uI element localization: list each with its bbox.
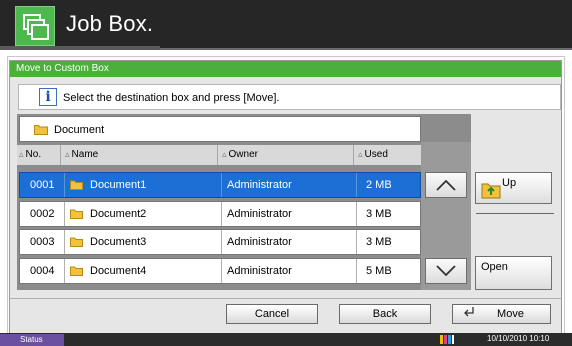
folder-icon xyxy=(34,125,48,135)
table-row[interactable]: 0001 Document1 Administrator 2 MB xyxy=(19,172,421,198)
column-header-no[interactable]: ▵ No. xyxy=(19,145,61,165)
column-header-used[interactable]: ▵ Used xyxy=(358,145,421,165)
scroll-down-button[interactable] xyxy=(425,258,467,284)
folder-icon xyxy=(70,237,83,247)
row-owner: Administrator xyxy=(227,173,357,197)
cancel-button[interactable]: Cancel xyxy=(226,304,318,324)
chevron-up-icon xyxy=(436,179,456,191)
row-no: 0001 xyxy=(20,173,65,197)
row-name: Document3 xyxy=(90,230,222,254)
row-name: Document2 xyxy=(90,202,222,226)
dialog-title: Move to Custom Box xyxy=(10,61,561,77)
side-divider xyxy=(476,213,554,214)
current-path-label: Document xyxy=(54,124,105,136)
row-owner: Administrator xyxy=(227,202,357,226)
row-no: 0003 xyxy=(20,230,65,254)
row-no: 0004 xyxy=(20,259,65,283)
info-icon: i xyxy=(39,88,57,106)
header-divider xyxy=(160,48,572,50)
up-button[interactable]: Up xyxy=(475,172,552,204)
row-no: 0002 xyxy=(20,202,65,226)
row-owner: Administrator xyxy=(227,230,357,254)
folder-up-icon xyxy=(481,183,501,199)
job-box-icon xyxy=(15,6,55,46)
row-used: 3 MB xyxy=(366,236,392,248)
sort-triangle-icon: ▵ xyxy=(222,149,227,159)
open-button[interactable]: Open xyxy=(475,256,552,290)
back-button[interactable]: Back xyxy=(339,304,431,324)
column-header-owner[interactable]: ▵ Owner xyxy=(222,145,354,165)
table-row[interactable]: 0003 Document3 Administrator 3 MB xyxy=(19,229,421,255)
bottom-divider xyxy=(10,298,561,299)
table-row[interactable]: 0004 Document4 Administrator 5 MB xyxy=(19,258,421,284)
sort-triangle-icon: ▵ xyxy=(358,149,363,159)
row-name: Document4 xyxy=(90,259,222,283)
status-button[interactable]: Status xyxy=(0,334,64,346)
app-title: Job Box. xyxy=(66,11,154,36)
header-tab-underline xyxy=(0,46,160,50)
table-row[interactable]: 0002 Document2 Administrator 3 MB xyxy=(19,201,421,227)
row-used: 5 MB xyxy=(366,265,392,277)
row-used: 2 MB xyxy=(366,179,392,191)
folder-icon xyxy=(70,266,83,276)
column-header-name[interactable]: ▵ Name xyxy=(65,145,218,165)
chevron-down-icon xyxy=(436,265,456,277)
scroll-up-button[interactable] xyxy=(425,172,467,198)
enter-key-icon xyxy=(464,307,474,317)
device-status-icon xyxy=(440,335,454,344)
open-button-label: Open xyxy=(481,261,508,273)
sort-triangle-icon: ▵ xyxy=(19,149,24,159)
row-name: Document1 xyxy=(90,173,222,197)
row-used: 3 MB xyxy=(366,208,392,220)
folder-icon xyxy=(70,209,83,219)
row-owner: Administrator xyxy=(227,259,357,283)
current-path-bar: Document xyxy=(19,116,421,142)
clock: 10/10/2010 10:10 xyxy=(487,334,550,343)
folder-icon xyxy=(70,180,83,190)
instruction-message: Select the destination box and press [Mo… xyxy=(63,92,280,104)
up-button-label: Up xyxy=(502,177,517,189)
sort-triangle-icon: ▵ xyxy=(65,149,70,159)
